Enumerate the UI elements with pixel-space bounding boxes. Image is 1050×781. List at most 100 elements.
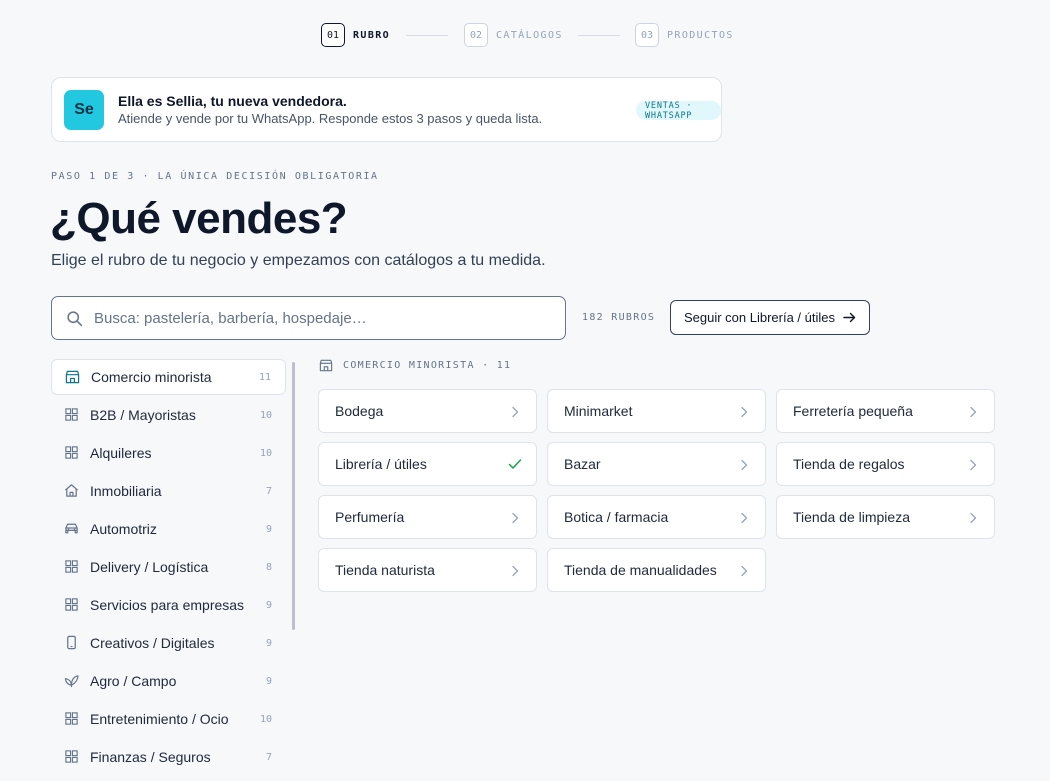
sidebar-item[interactable]: Creativos / Digitales 9 (51, 625, 286, 661)
sidebar-item[interactable]: Servicios para empresas 9 (51, 587, 286, 623)
product-card-label: Ferretería pequeña (793, 403, 913, 419)
sidebar-item-count: 11 (258, 371, 271, 383)
store-icon (319, 359, 333, 372)
step-rubro[interactable]: 01 RUBRO (321, 22, 390, 48)
product-card-label: Librería / útiles (335, 456, 427, 472)
sidebar-item-count: 9 (265, 637, 272, 649)
leaf-icon (64, 675, 79, 688)
product-card[interactable]: Botica / farmacia (547, 495, 766, 539)
sidebar-item-count: 9 (265, 523, 272, 535)
sidebar-item-label: Alquileres (90, 445, 152, 461)
sidebar-item[interactable]: B2B / Mayoristas 10 (51, 397, 286, 433)
product-card-label: Tienda de limpieza (793, 509, 910, 525)
grid-icon (65, 598, 78, 611)
chevron-right-icon (970, 459, 977, 471)
section-header: COMERCIO MINORISTA · 11 (319, 359, 511, 372)
grid-icon (65, 408, 78, 421)
chevron-right-icon (741, 565, 748, 577)
chevron-right-icon (512, 406, 519, 418)
search-input[interactable] (94, 305, 554, 331)
step-number: 01 (321, 23, 345, 47)
product-card-label: Tienda naturista (335, 562, 435, 578)
step-kicker: PASO 1 DE 3 · LA ÚNICA DECISIÓN OBLIGATO… (51, 171, 379, 182)
sidebar-item-label: Comercio minorista (91, 369, 212, 385)
sidebar-item[interactable]: Delivery / Logística 8 (51, 549, 286, 585)
product-card[interactable]: Minimarket (547, 389, 766, 433)
assistant-banner: Se Ella es Sellia, tu nueva vendedora. A… (51, 77, 722, 142)
sidebar-item[interactable]: Finanzas / Seguros 7 (51, 739, 286, 775)
product-card-label: Botica / farmacia (564, 509, 669, 525)
chevron-right-icon (512, 565, 519, 577)
sidebar-item-label: Entretenimiento / Ocio (90, 711, 229, 727)
sidebar-item-count: 7 (265, 751, 272, 763)
search-box[interactable] (51, 296, 566, 340)
search-icon (67, 311, 83, 327)
product-card-label: Tienda de regalos (793, 456, 905, 472)
sidebar-item-count: 10 (259, 713, 272, 725)
page-title: ¿Qué vendes? (50, 194, 348, 243)
continue-button-label: Seguir con Librería / útiles (683, 310, 836, 325)
product-card[interactable]: Tienda naturista (318, 548, 537, 592)
sidebar-item-label: B2B / Mayoristas (90, 407, 196, 423)
sidebar-item-label: Delivery / Logística (90, 559, 209, 575)
step-label: RUBRO (353, 29, 391, 41)
product-card-label: Minimarket (564, 403, 633, 419)
sidebar-scrollbar[interactable] (292, 362, 295, 630)
step-catalogos[interactable]: 02 CATÁLOGOS (464, 22, 563, 48)
avatar: Se (64, 90, 104, 130)
grid-icon (65, 560, 78, 573)
section-label: COMERCIO MINORISTA · 11 (343, 360, 512, 371)
sidebar-item-label: Creativos / Digitales (90, 635, 215, 651)
sidebar-item[interactable]: Agro / Campo 9 (51, 663, 286, 699)
step-number: 02 (464, 23, 488, 47)
chevron-right-icon (741, 512, 748, 524)
chevron-right-icon (741, 406, 748, 418)
sidebar-item-count: 10 (259, 409, 272, 421)
banner-subtitle: Atiende y vende por tu WhatsApp. Respond… (118, 111, 543, 126)
page-subtitle: Elige el rubro de tu negocio y empezamos… (51, 252, 546, 269)
chevron-right-icon (741, 459, 748, 471)
category-sidebar: Comercio minorista 11 B2B / Mayoristas 10 Al… (51, 359, 286, 777)
product-card[interactable]: Ferretería pequeña (776, 389, 995, 433)
car-icon (65, 523, 78, 534)
chevron-right-icon (512, 512, 519, 524)
sidebar-item-label: Inmobiliaria (90, 483, 162, 499)
product-card[interactable]: Bazar (547, 442, 766, 486)
stepper: 01 RUBRO 02 CATÁLOGOS 03 PRODUCTOS (0, 22, 1050, 48)
channel-badge: VENTAS · WHATSAPP (636, 101, 721, 121)
sidebar-item[interactable]: Automotriz 9 (51, 511, 286, 547)
sidebar-item[interactable]: Alquileres 10 (51, 435, 286, 471)
step-connector (578, 35, 620, 36)
sidebar-item[interactable]: Comercio minorista 11 (51, 359, 286, 395)
banner-title: Ella es Sellia, tu nueva vendedora. (118, 93, 347, 109)
sidebar-item-label: Finanzas / Seguros (90, 749, 211, 765)
sidebar-item[interactable]: Entretenimiento / Ocio 10 (51, 701, 286, 737)
product-card[interactable]: Bodega (318, 389, 537, 433)
product-card[interactable]: Tienda de manualidades (547, 548, 766, 592)
continue-button[interactable]: Seguir con Librería / útiles (670, 300, 870, 335)
sidebar-item-label: Agro / Campo (90, 673, 177, 689)
step-number: 03 (635, 23, 659, 47)
product-card-label: Tienda de manualidades (564, 562, 717, 578)
sidebar-item-label: Servicios para empresas (90, 597, 245, 613)
phone-icon (67, 635, 76, 650)
product-card[interactable]: Librería / útiles (318, 442, 537, 486)
grid-icon (65, 750, 78, 763)
check-icon (508, 459, 522, 469)
sidebar-item[interactable]: Inmobiliaria 7 (51, 473, 286, 509)
product-card-label: Bazar (564, 456, 601, 472)
sidebar-item-count: 9 (265, 599, 272, 611)
product-card[interactable]: Tienda de regalos (776, 442, 995, 486)
product-card[interactable]: Perfumería (318, 495, 537, 539)
sidebar-item-label: Automotriz (90, 521, 157, 537)
rubros-count: 182 RUBROS (582, 312, 656, 323)
grid-icon (65, 446, 78, 459)
grid-icon (65, 712, 78, 725)
step-productos[interactable]: 03 PRODUCTOS (635, 22, 734, 48)
chevron-right-icon (970, 406, 977, 418)
sidebar-item-count: 7 (265, 485, 272, 497)
product-card-label: Bodega (335, 403, 384, 419)
step-label: PRODUCTOS (667, 29, 734, 41)
product-card[interactable]: Tienda de limpieza (776, 495, 995, 539)
chevron-right-icon (970, 512, 977, 524)
